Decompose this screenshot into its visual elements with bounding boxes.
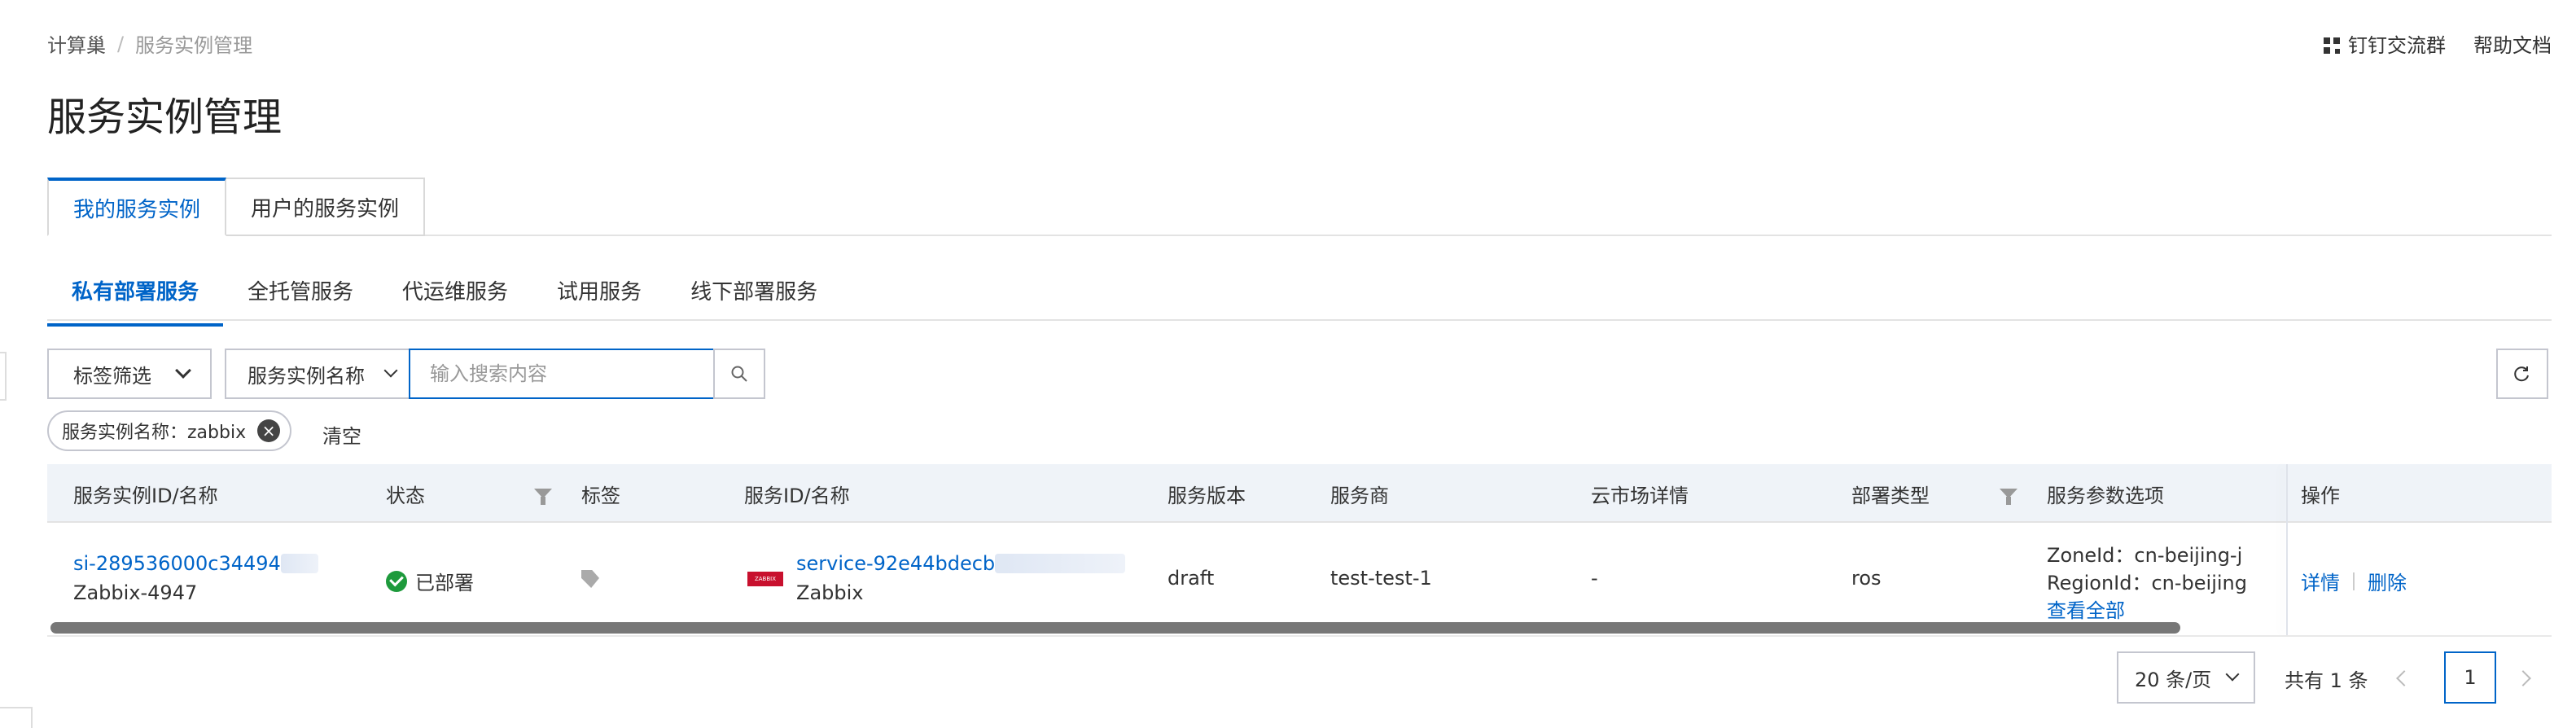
column-header-service: 服务ID/名称 <box>744 484 850 507</box>
service-id: service-92e44bdecb <box>796 552 996 575</box>
detail-link[interactable]: 详情 <box>2301 567 2340 595</box>
qr-code-icon <box>2324 37 2340 54</box>
deploy-type: ros <box>1851 567 1882 590</box>
tag-icon <box>581 570 599 588</box>
status-text: 已部署 <box>415 572 474 594</box>
breadcrumb-root[interactable]: 计算巢 <box>47 29 106 58</box>
search-field-label: 服务实例名称 <box>248 364 365 388</box>
side-panel-handle[interactable] <box>0 352 7 401</box>
chevron-down-icon <box>175 362 191 379</box>
instance-id-link[interactable]: si-289536000c34494 <box>73 552 318 575</box>
filter-chip-label: 服务实例名称：zabbix <box>62 423 247 443</box>
main-tabs: 我的服务实例 用户的服务实例 <box>47 178 426 236</box>
column-header-provider: 服务商 <box>1330 484 1389 507</box>
tab-managed-ops[interactable]: 代运维服务 <box>378 269 532 327</box>
help-docs-link[interactable]: 帮助文档 <box>2473 29 2552 58</box>
chevron-down-icon <box>383 363 398 378</box>
page-number-current[interactable]: 1 <box>2444 651 2496 704</box>
param-zone-id: ZoneId：cn-beijing-j <box>2047 544 2243 567</box>
breadcrumb-current: 服务实例管理 <box>135 34 253 57</box>
tab-fully-managed[interactable]: 全托管服务 <box>223 269 378 327</box>
service-logo: ZABBIX <box>747 572 783 586</box>
sub-tabs: 私有部署服务 全托管服务 代运维服务 试用服务 线下部署服务 <box>47 269 842 327</box>
next-page-icon[interactable] <box>2515 670 2531 686</box>
instance-id: si-289536000c34494 <box>73 552 281 575</box>
refresh-button[interactable] <box>2496 349 2548 399</box>
service-version: draft <box>1168 567 1215 590</box>
delete-link[interactable]: 删除 <box>2368 567 2407 595</box>
horizontal-scrollbar[interactable] <box>50 622 2180 634</box>
param-region-id: RegionId：cn-beijing <box>2047 572 2247 594</box>
breadcrumb: 计算巢 / 服务实例管理 <box>47 29 252 58</box>
search-button[interactable] <box>713 349 765 399</box>
redacted-text <box>280 554 318 573</box>
search-input[interactable] <box>409 349 715 399</box>
tab-trial[interactable]: 试用服务 <box>532 269 666 327</box>
tab-private-deploy[interactable]: 私有部署服务 <box>47 269 224 327</box>
total-count: 共有 1 条 <box>2285 669 2368 692</box>
check-circle-icon <box>386 570 407 592</box>
refresh-icon <box>2514 366 2529 382</box>
column-header-version: 服务版本 <box>1168 484 1246 507</box>
market-details: - <box>1591 567 1598 590</box>
filter-icon <box>2000 489 2017 505</box>
service-name: Zabbix <box>796 581 864 604</box>
side-panel-edge <box>0 707 33 728</box>
breadcrumb-separator: / <box>117 32 125 55</box>
status-badge: 已部署 <box>386 567 474 595</box>
column-header-actions: 操作 <box>2301 484 2340 507</box>
deploy-type-filter-button[interactable] <box>2000 464 2017 523</box>
instance-name: Zabbix-4947 <box>73 581 198 604</box>
status-filter-button[interactable] <box>534 464 552 523</box>
clear-filters-link[interactable]: 清空 <box>322 420 361 449</box>
dingtalk-group-link[interactable]: 钉钉交流群 <box>2324 29 2446 58</box>
search-icon <box>731 366 747 382</box>
page-size-label: 20 条/页 <box>2135 668 2212 691</box>
header-row-divider <box>47 521 2552 523</box>
tag-filter-button[interactable]: 标签筛选 <box>47 349 212 399</box>
search-field-select[interactable]: 服务实例名称 <box>225 349 409 399</box>
column-header-instance: 服务实例ID/名称 <box>73 484 218 507</box>
filter-icon <box>534 489 552 505</box>
table-bottom-divider <box>47 635 2552 637</box>
fixed-column-divider <box>2286 464 2288 635</box>
row-actions: 详情 删除 <box>2301 567 2407 595</box>
chevron-down-icon <box>2225 667 2240 682</box>
view-all-params-link[interactable]: 查看全部 <box>2047 594 2125 623</box>
active-filter-chip: 服务实例名称：zabbix × <box>47 410 292 451</box>
column-header-params: 服务参数选项 <box>2047 484 2164 507</box>
tag-edit-button[interactable] <box>581 570 599 588</box>
column-header-deploy-type: 部署类型 <box>1851 484 1930 507</box>
service-provider: test-test-1 <box>1330 567 1432 590</box>
column-header-tags: 标签 <box>581 484 620 507</box>
dingtalk-group-label: 钉钉交流群 <box>2348 34 2446 57</box>
previous-page-icon[interactable] <box>2396 670 2412 686</box>
column-header-market: 云市场详情 <box>1591 484 1689 507</box>
tab-offline-deploy[interactable]: 线下部署服务 <box>666 269 842 327</box>
service-id-link[interactable]: service-92e44bdecb <box>796 552 1126 575</box>
redacted-text <box>995 554 1126 573</box>
action-separator <box>2353 572 2355 590</box>
zabbix-logo-icon: ZABBIX <box>747 572 783 586</box>
close-icon[interactable]: × <box>257 419 281 442</box>
page-size-select[interactable]: 20 条/页 <box>2117 651 2255 704</box>
header-links: 钉钉交流群 帮助文档 <box>2324 29 2552 58</box>
page-title: 服务实例管理 <box>47 94 283 140</box>
tab-my-instances[interactable]: 我的服务实例 <box>47 178 227 236</box>
tag-filter-label: 标签筛选 <box>73 364 151 388</box>
column-header-status: 状态 <box>386 484 425 507</box>
tab-user-instances[interactable]: 用户的服务实例 <box>226 178 426 236</box>
